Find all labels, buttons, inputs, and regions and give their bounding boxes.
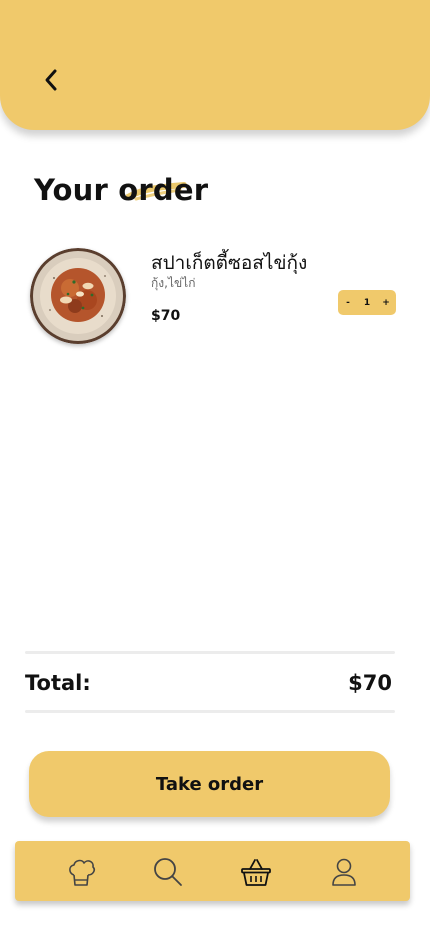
search-icon bbox=[154, 858, 182, 886]
divider-top bbox=[25, 651, 395, 654]
nav-item-menu[interactable] bbox=[64, 855, 98, 889]
quantity-value: 1 bbox=[363, 297, 371, 308]
food-image bbox=[30, 248, 126, 344]
back-button[interactable] bbox=[36, 64, 66, 96]
divider-bottom bbox=[25, 710, 395, 713]
item-name: สปาเก็ตตี้ซอสไข่กุ้ง bbox=[151, 252, 308, 274]
nav-item-basket[interactable] bbox=[239, 855, 273, 889]
order-item: สปาเก็ตตี้ซอสไข่กุ้ง กุ้ง,ไข่ไก่ $70 - 1… bbox=[30, 248, 400, 348]
increment-button[interactable]: + bbox=[382, 298, 390, 308]
quantity-stepper: - 1 + bbox=[338, 290, 396, 315]
total-label: Total: bbox=[25, 671, 91, 695]
take-order-button[interactable]: Take order bbox=[29, 751, 390, 817]
chevron-left-icon bbox=[45, 69, 57, 91]
total-value: $70 bbox=[348, 671, 392, 695]
page-title-container: Your order bbox=[34, 170, 208, 214]
item-description: กุ้ง,ไข่ไก่ bbox=[151, 276, 196, 290]
bottom-nav bbox=[15, 841, 410, 901]
chef-hat-icon bbox=[69, 859, 95, 886]
header-bar bbox=[0, 0, 430, 130]
item-price: $70 bbox=[151, 308, 181, 324]
nav-item-search[interactable] bbox=[151, 855, 185, 889]
decrement-button[interactable]: - bbox=[344, 298, 352, 308]
basket-icon bbox=[241, 859, 271, 886]
nav-item-profile[interactable] bbox=[327, 855, 361, 889]
profile-icon bbox=[332, 858, 356, 886]
page-title: Your order bbox=[34, 173, 209, 207]
